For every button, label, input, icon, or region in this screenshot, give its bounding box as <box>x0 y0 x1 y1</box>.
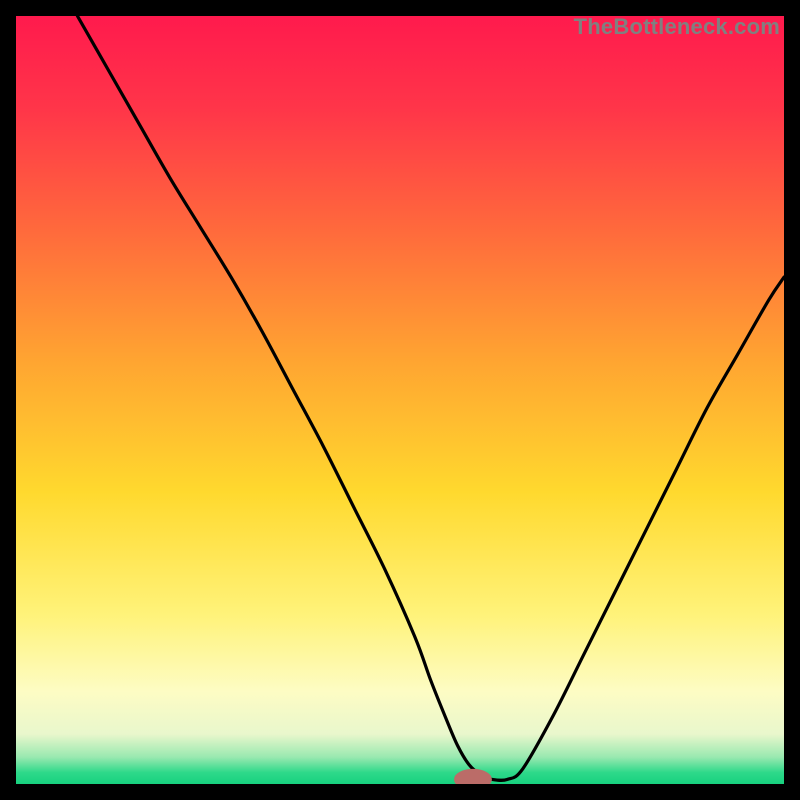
gradient-background <box>16 16 784 784</box>
bottleneck-chart <box>16 16 784 784</box>
watermark-label: TheBottleneck.com <box>574 14 780 40</box>
chart-frame: TheBottleneck.com <box>16 16 784 784</box>
